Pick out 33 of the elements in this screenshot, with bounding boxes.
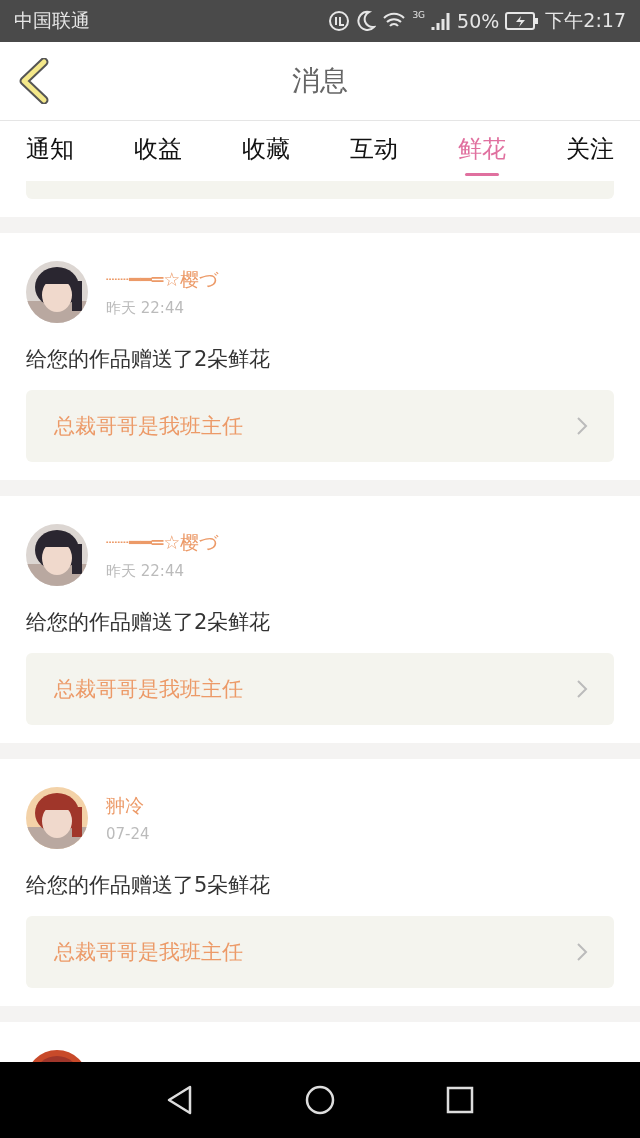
battery-icon (505, 12, 540, 30)
network-type: 3G (412, 10, 426, 20)
message-text: 给您的作品赠送了2朵鲜花 (26, 346, 272, 373)
back-icon[interactable] (18, 58, 50, 104)
message-time: 昨天 22:44 (106, 298, 185, 318)
chevron-right-icon (576, 679, 588, 699)
chevron-right-icon (576, 942, 588, 962)
tab[interactable]: 收益 (134, 121, 182, 181)
message-text: 给您的作品赠送了5朵鲜花 (26, 872, 272, 899)
clock-time: 下午2:17 (545, 8, 626, 33)
sender-name[interactable]: ┈┈━━═☆樱づ (106, 529, 219, 556)
message-time: 07-24 (106, 825, 150, 843)
sender-name[interactable]: 翀冷 (106, 793, 150, 819)
work-link[interactable]: 总裁哥哥是我班主任 (26, 390, 614, 462)
recents-nav-icon[interactable] (446, 1086, 475, 1114)
page-title: 消息 (292, 63, 348, 99)
tab[interactable]: 互动 (350, 121, 398, 181)
message-text: 给您的作品赠送了2朵鲜花 (26, 609, 272, 636)
home-nav-icon[interactable] (305, 1085, 335, 1115)
tab[interactable]: 鲜花 (458, 121, 506, 181)
signal-icon (431, 10, 452, 32)
chevron-right-icon (576, 416, 588, 436)
work-link[interactable]: 总裁哥哥是我班主任 (26, 653, 614, 725)
tab[interactable]: 通知 (26, 121, 74, 181)
back-nav-icon[interactable] (165, 1085, 194, 1115)
message-time: 昨天 22:44 (106, 561, 185, 581)
sender-name[interactable]: ┈┈━━═☆樱づ (106, 266, 219, 293)
work-link[interactable]: 总裁哥哥是我班主任 (26, 916, 614, 988)
tab[interactable]: 收藏 (242, 121, 290, 181)
battery-percent: 50% (457, 10, 500, 32)
tab[interactable]: 关注 (566, 121, 614, 181)
carrier-name: 中国联通 (14, 8, 90, 33)
moon-icon (356, 10, 377, 32)
